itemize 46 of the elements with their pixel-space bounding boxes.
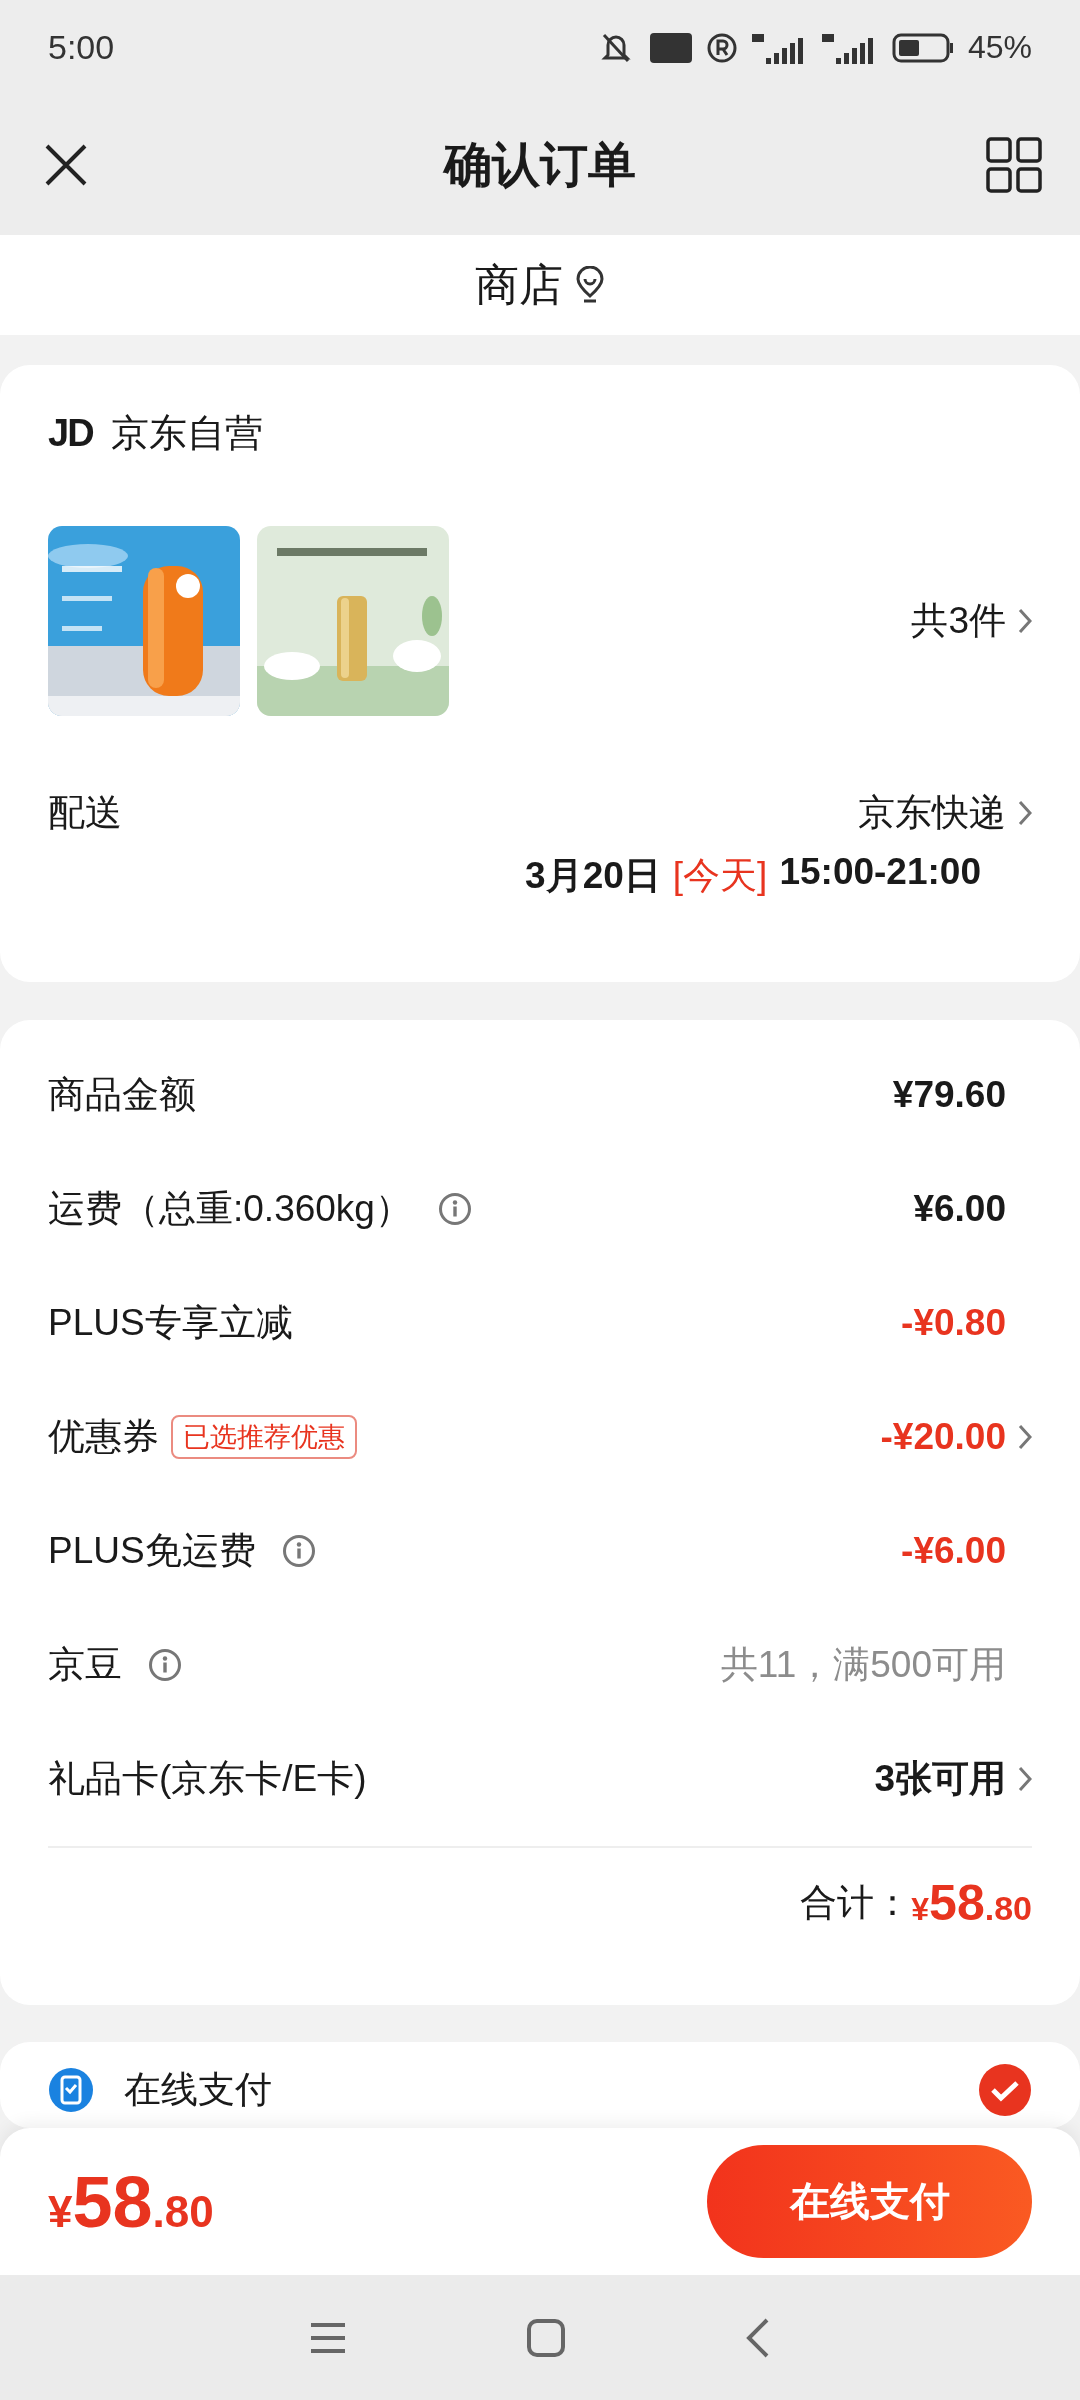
shop-name: 京东自营 — [110, 410, 263, 456]
battery-percent: 45% — [967, 29, 1032, 66]
item-count-link[interactable]: 共3件 — [911, 596, 1006, 646]
back-icon[interactable] — [745, 2317, 771, 2358]
price-label: 运费（总重:0.360kg） — [48, 1187, 412, 1231]
phone-pay-icon — [48, 2067, 94, 2113]
chevron-right-icon — [1018, 608, 1032, 634]
price-value: -¥6.00 — [901, 1530, 1006, 1572]
chevron-right-icon — [1018, 800, 1032, 826]
shop-logo: JD — [48, 411, 93, 455]
total-amount: ¥58.80 — [911, 1874, 1032, 1932]
delivery-time: 15:00-21:00 — [779, 851, 981, 894]
status-time: 5:00 — [48, 28, 115, 67]
price-label: 礼品卡(京东卡/E卡) — [48, 1757, 367, 1801]
store-label[interactable]: 商店 — [475, 255, 563, 315]
location-pin-icon — [575, 266, 605, 304]
price-value: -¥0.80 — [901, 1302, 1006, 1344]
grid-menu-button[interactable] — [984, 135, 1044, 195]
battery-icon — [891, 32, 954, 63]
payment-method-label[interactable]: 在线支付 — [124, 2065, 272, 2115]
total-label: 合计： — [800, 1881, 912, 1925]
price-value: 共11，满500可用 — [720, 1643, 1006, 1687]
price-label: 优惠券 — [48, 1415, 159, 1459]
price-value: ¥79.60 — [892, 1074, 1006, 1116]
today-tag: [今天] — [672, 851, 768, 901]
price-label: 京豆 — [48, 1643, 122, 1687]
delivery-label: 配送 — [48, 791, 122, 835]
price-label: PLUS免运费 — [48, 1529, 256, 1573]
price-label: PLUS专享立减 — [48, 1301, 293, 1345]
pay-button[interactable]: 在线支付 — [707, 2145, 1032, 2258]
info-icon[interactable] — [437, 1192, 472, 1226]
price-label: 商品金额 — [48, 1073, 196, 1117]
delivery-date: 3月20日 — [525, 854, 661, 898]
footer-total-amount: ¥58.80 — [48, 2160, 214, 2243]
info-icon[interactable] — [281, 1534, 316, 1568]
page-title: 确认订单 — [444, 137, 636, 193]
info-icon[interactable] — [148, 1648, 182, 1682]
registered-icon — [705, 31, 738, 64]
price-value[interactable]: -¥20.00 — [880, 1416, 1006, 1458]
selected-check-icon[interactable] — [978, 2063, 1032, 2117]
coupon-tag: 已选推荐优惠 — [171, 1415, 357, 1459]
delivery-method-link[interactable]: 京东快递 — [858, 788, 1006, 838]
price-value[interactable]: 3张可用 — [874, 1754, 1006, 1804]
price-value: ¥6.00 — [913, 1188, 1006, 1230]
home-square-icon[interactable] — [527, 2318, 565, 2357]
menu-icon[interactable] — [309, 2320, 347, 2355]
